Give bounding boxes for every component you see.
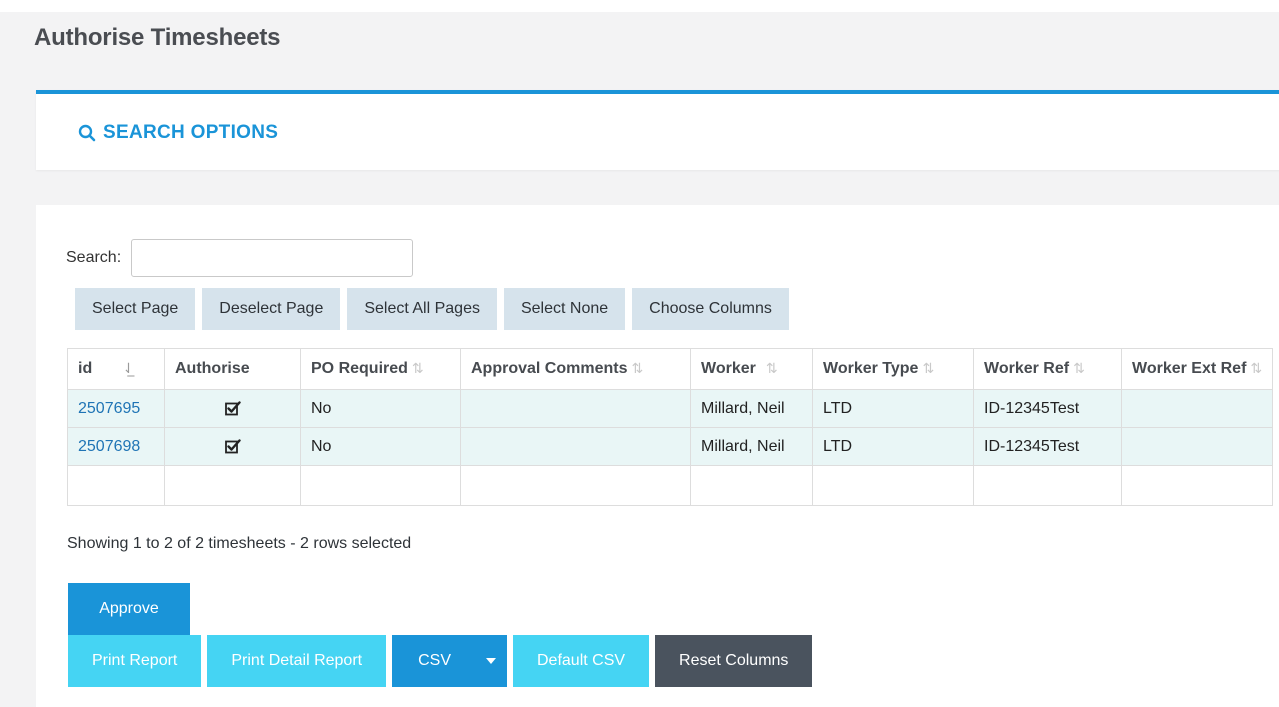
column-header-approval-comments[interactable]: Approval Comments ⇅ [460,348,691,390]
caret-down-icon[interactable] [475,635,507,687]
column-header-worker[interactable]: Worker ⇅ [690,348,813,390]
report-actions: Print Report Print Detail Report CSV Def… [68,635,813,687]
footer-cell [460,465,691,506]
cell-authorise[interactable] [164,389,301,428]
top-strip [0,0,1279,12]
column-header-worker-ref[interactable]: Worker Ref ⇅ [973,348,1122,390]
search-options-panel: SEARCH OPTIONS [36,90,1279,170]
sort-icon: ⇅ [922,360,935,376]
default-csv-button[interactable]: Default CSV [513,635,650,687]
select-all-pages-button[interactable]: Select All Pages [347,288,497,330]
selection-toolbar: Select Page Deselect Page Select All Pag… [75,288,789,330]
table-info: Showing 1 to 2 of 2 timesheets - 2 rows … [67,535,412,552]
timesheets-table: id ⇃̲ Authorise PO Required ⇅ Approval Co… [67,348,1274,506]
cell-po-required: No [300,427,461,466]
search-label: Search: [66,249,122,266]
select-none-button[interactable]: Select None [503,288,626,330]
cell-worker-type: LTD [812,389,974,428]
timesheet-id-link[interactable]: 2507695 [78,400,140,417]
choose-columns-button[interactable]: Choose Columns [632,288,789,330]
column-header-po-required[interactable]: PO Required ⇅ [300,348,461,390]
footer-cell [973,465,1122,506]
footer-cell [164,465,301,506]
cell-worker: Millard, Neil [690,427,813,466]
csv-button[interactable]: CSV [392,635,507,687]
cell-worker-ext-ref [1120,427,1274,466]
print-detail-report-button[interactable]: Print Detail Report [207,635,387,687]
cell-worker-ext-ref [1120,389,1274,428]
sort-icon: ⇅ [1073,360,1085,376]
table-row[interactable]: 2507698 No Millard, Neil LTD ID-12345Tes… [67,427,1274,466]
footer-cell [690,465,813,506]
table-header-row: id ⇃̲ Authorise PO Required ⇅ Approval Co… [67,348,1274,390]
sort-icon: ⇅ [1250,360,1263,376]
cell-approval-comments[interactable] [460,389,691,428]
deselect-page-button[interactable]: Deselect Page [202,288,341,330]
cell-authorise[interactable] [164,427,301,466]
footer-cell [1120,465,1274,506]
cell-approval-comments[interactable] [460,427,691,466]
timesheet-id-link[interactable]: 2507698 [78,438,140,455]
timesheets-panel: Search: Select Page Deselect Page Select… [36,205,1279,707]
search-options-label: SEARCH OPTIONS [103,122,279,143]
table-row[interactable]: 2507695 No Millard, Neil LTD ID-12345Tes… [67,389,1274,428]
cell-worker-type: LTD [812,427,974,466]
checkbox-checked-icon[interactable] [224,401,241,416]
checkbox-checked-icon[interactable] [224,439,241,454]
search-input[interactable] [131,239,414,277]
approve-button[interactable]: Approve [68,583,190,635]
csv-label: CSV [418,652,451,669]
page-canvas: Authorise Timesheets SEARCH OPTIONS Sear… [0,0,1279,707]
column-header-id[interactable]: id ⇃̲ [67,348,165,390]
footer-cell [812,465,974,506]
sort-icon: ⇅ [631,360,644,376]
cell-worker: Millard, Neil [690,389,813,428]
table-filter: Search: [66,239,414,277]
column-header-authorise[interactable]: Authorise [164,348,301,390]
reset-columns-button[interactable]: Reset Columns [655,635,813,687]
sort-icon: ⇅ [765,360,778,376]
print-report-button[interactable]: Print Report [68,635,202,687]
page-title: Authorise Timesheets [34,24,281,51]
search-options-toggle[interactable]: SEARCH OPTIONS [78,122,278,144]
column-header-worker-ext-ref[interactable]: Worker Ext Ref ⇅ [1120,348,1274,390]
cell-id[interactable]: 2507698 [67,427,165,466]
cell-id[interactable]: 2507695 [67,389,165,428]
search-icon [78,124,96,142]
cell-worker-ref: ID-12345Test [973,427,1122,466]
footer-cell [300,465,461,506]
select-page-button[interactable]: Select Page [75,288,196,330]
sort-icon: ⇅ [411,360,424,376]
footer-cell [67,465,165,506]
column-header-worker-type[interactable]: Worker Type ⇅ [812,348,974,390]
cell-po-required: No [300,389,461,428]
sort-icon: ⇃̲ [122,360,135,376]
table-footer-row [67,465,1274,506]
cell-worker-ref: ID-12345Test [973,389,1122,428]
